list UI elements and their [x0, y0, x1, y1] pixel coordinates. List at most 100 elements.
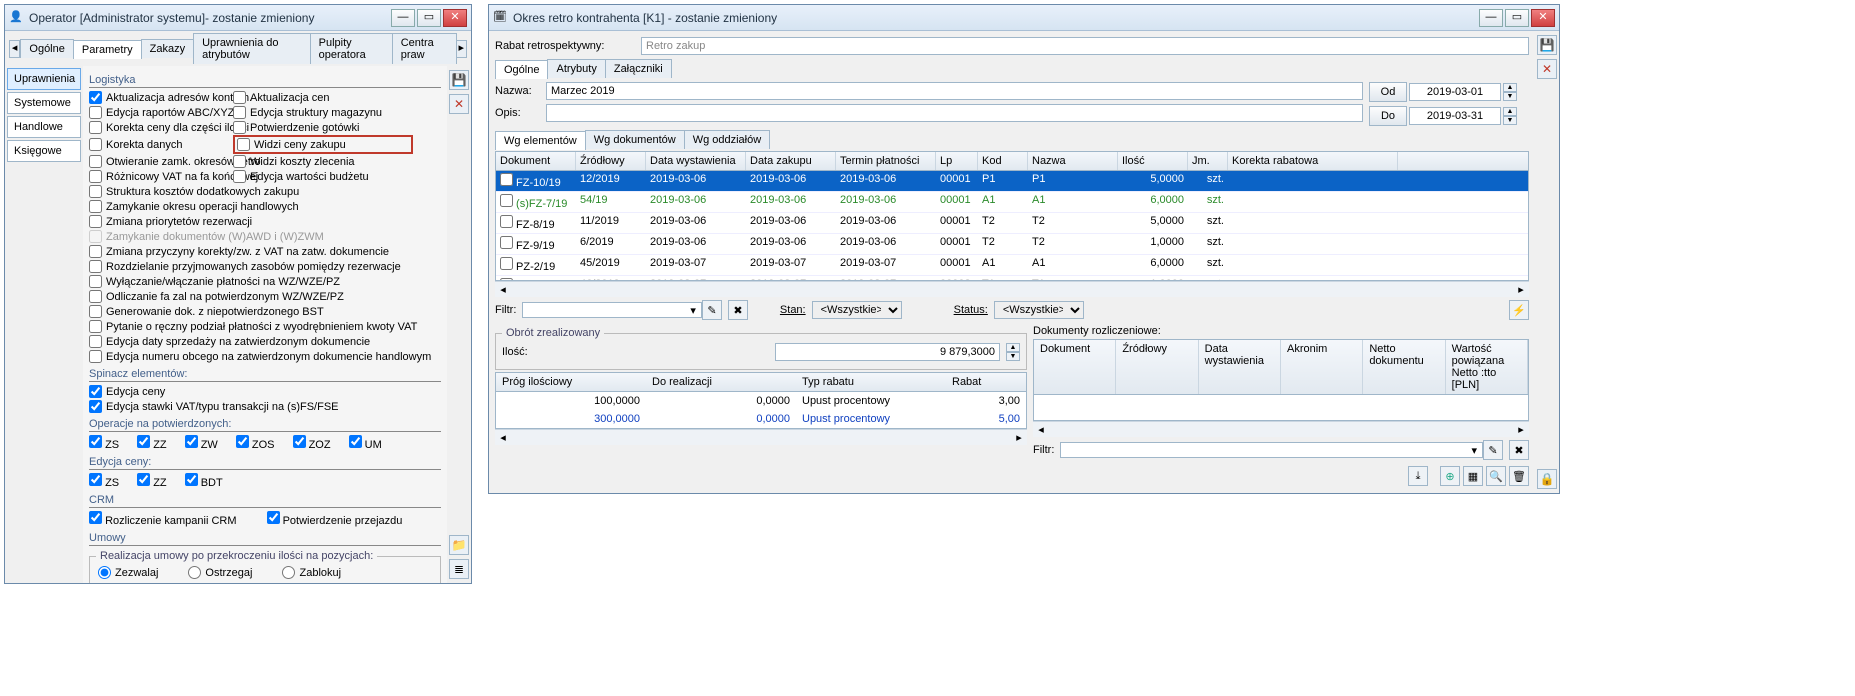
right-filter-clear-icon[interactable]: ✖ [1509, 440, 1529, 460]
checkbox-row[interactable]: Wyłączanie/włączanie płatności na WZ/WZE… [89, 274, 441, 289]
od-button[interactable]: Od [1369, 82, 1407, 102]
opis-field[interactable] [546, 104, 1363, 122]
nazwa-field[interactable] [546, 82, 1363, 100]
settlement-grid[interactable]: DokumentŹródłowyData wystawieniaAkronimN… [1033, 339, 1529, 421]
checkbox-row[interactable]: Edycja numeru obcego na zatwierdzonym do… [89, 349, 441, 364]
tool-down-icon[interactable]: ⤓ [1408, 466, 1428, 486]
checkbox-row[interactable]: Aktualizacja adresów kontrah. [89, 90, 229, 105]
right-scrollbar-h[interactable]: ◂▸ [1033, 421, 1529, 437]
right-filtr-input[interactable] [1060, 442, 1483, 458]
checkbox-row[interactable]: ZOZ [293, 435, 331, 451]
cancel-button[interactable]: ✕ [449, 94, 469, 114]
tab-atrybuty[interactable]: Atrybuty [547, 59, 605, 78]
checkbox-row[interactable]: Generowanie dok. z niepotwierdzonego BST [89, 304, 441, 319]
checkbox-row[interactable]: Potwierdzenie przejazdu [267, 511, 403, 527]
radio-Ostrzegaj[interactable]: Ostrzegaj [188, 566, 252, 579]
tool-search-icon[interactable]: 🔍 [1486, 466, 1506, 486]
checkbox-row[interactable]: ZS [89, 435, 119, 451]
tab-wg-dokumentow[interactable]: Wg dokumentów [585, 130, 685, 149]
side-systemowe[interactable]: Systemowe [7, 92, 81, 114]
checkbox-row[interactable]: Struktura kosztów dodatkowych zakupu [89, 184, 441, 199]
filter-edit-icon[interactable]: ✎ [702, 300, 722, 320]
checkbox-row[interactable]: ZOS [236, 435, 275, 451]
stan-select[interactable]: <Wszystkie> [812, 301, 902, 319]
radio-Zezwalaj[interactable]: Zezwalaj [98, 566, 158, 579]
table-row[interactable]: FZ-9/196/20192019-03-062019-03-062019-03… [496, 234, 1528, 255]
folder-button[interactable]: 📁 [449, 535, 469, 555]
tab-scroll-left[interactable]: ◂ [9, 40, 20, 58]
checkbox-row[interactable]: Edycja raportów ABC/XYZ [89, 105, 229, 120]
documents-grid[interactable]: DokumentŹródłowyData wystawieniaData zak… [495, 151, 1529, 281]
tab-ogolne2[interactable]: Ogólne [495, 60, 548, 79]
checkbox-row[interactable]: Widzi ceny zakupu [237, 137, 409, 152]
checkbox-row[interactable]: Edycja wartości budżetu [233, 169, 413, 184]
maximize-button[interactable]: ▭ [417, 9, 441, 27]
tab-centra-praw[interactable]: Centra praw [392, 33, 457, 64]
bolt-icon[interactable]: ⚡ [1509, 300, 1529, 320]
checkbox-row[interactable]: Zmiana przyczyny korekty/zw. z VAT na za… [89, 244, 441, 259]
close-button[interactable]: ✕ [443, 9, 467, 27]
od-up[interactable]: ▲ [1503, 83, 1517, 92]
checkbox-row[interactable]: Odliczanie fa zal na potwierdzonym WZ/WZ… [89, 289, 441, 304]
tool-grid-icon[interactable]: ▦ [1463, 466, 1483, 486]
table-row[interactable]: FZ-10/1912/20192019-03-062019-03-062019-… [496, 171, 1528, 192]
checkbox-row[interactable]: Edycja stawki VAT/typu transakcji na (s)… [89, 399, 441, 414]
minimize-button[interactable]: — [1479, 9, 1503, 27]
checkbox-row[interactable]: Zmiana priorytetów rezerwacji [89, 214, 441, 229]
cancel-button[interactable]: ✕ [1537, 59, 1557, 79]
checkbox-row[interactable]: Rozdzielanie przyjmowanych zasobów pomię… [89, 259, 441, 274]
table-row[interactable]: PZ-2/1945/20192019-03-072019-03-072019-0… [496, 255, 1528, 276]
checkbox-row[interactable]: Edycja ceny [89, 384, 441, 399]
tab-uprawnienia-atrybutow[interactable]: Uprawnienia do atrybutów [193, 33, 311, 64]
do-date[interactable] [1409, 107, 1501, 125]
ilosc-up[interactable]: ▲ [1006, 343, 1020, 352]
checkbox-row[interactable]: Edycja struktury magazynu [233, 105, 413, 120]
rabat-field[interactable] [641, 37, 1529, 55]
tab-scroll-right[interactable]: ▸ [456, 40, 467, 58]
status-select[interactable]: <Wszystkie> [994, 301, 1084, 319]
grid-scrollbar-h[interactable]: ◂▸ [495, 281, 1529, 297]
checkbox-row[interactable]: Pytanie o ręczny podział płatności z wyo… [89, 319, 441, 334]
do-up[interactable]: ▲ [1503, 107, 1517, 116]
checkbox-row[interactable]: BDT [185, 473, 223, 489]
maximize-button[interactable]: ▭ [1505, 9, 1529, 27]
radio-Zablokuj[interactable]: Zablokuj [282, 566, 341, 579]
checkbox-row[interactable]: Różnicowy VAT na fa końcowej [89, 169, 229, 184]
tab-wg-oddzialow[interactable]: Wg oddziałów [684, 130, 770, 149]
checkbox-row[interactable]: ZZ [137, 473, 167, 489]
tool-delete-icon[interactable]: 🗑 [1509, 466, 1529, 486]
ilosc-field[interactable] [775, 343, 1001, 361]
tab-ogolne[interactable]: Ogólne [20, 39, 73, 58]
checkbox-row[interactable]: Aktualizacja cen [233, 90, 413, 105]
checkbox-row[interactable]: UM [349, 435, 382, 451]
checkbox-row[interactable]: Potwierdzenie gotówki [233, 120, 413, 135]
list-button[interactable]: ≣ [449, 559, 469, 579]
checkbox-row[interactable]: Widzi koszty zlecenia [233, 154, 413, 169]
tab-parametry[interactable]: Parametry [73, 40, 142, 59]
checkbox-row[interactable]: Edycja daty sprzedaży na zatwierdzonym d… [89, 334, 441, 349]
thr-scrollbar-h[interactable]: ◂▸ [495, 429, 1027, 445]
checkbox-row[interactable]: Korekta danych [89, 135, 229, 154]
ilosc-down[interactable]: ▼ [1006, 352, 1020, 361]
tab-wg-elementow[interactable]: Wg elementów [495, 131, 586, 150]
lock-icon[interactable]: 🔒 [1537, 469, 1557, 489]
minimize-button[interactable]: — [391, 9, 415, 27]
do-down[interactable]: ▼ [1503, 116, 1517, 125]
close-button[interactable]: ✕ [1531, 9, 1555, 27]
tab-pulpity[interactable]: Pulpity operatora [310, 33, 393, 64]
tab-zalaczniki[interactable]: Załączniki [605, 59, 672, 78]
od-date[interactable] [1409, 83, 1501, 101]
checkbox-row[interactable]: ZZ [137, 435, 167, 451]
checkbox-row[interactable]: Zamykanie okresu operacji handlowych [89, 199, 441, 214]
filter-clear-icon[interactable]: ✖ [728, 300, 748, 320]
thresholds-grid[interactable]: Próg ilościowyDo realizacjiTyp rabatuRab… [495, 372, 1027, 429]
filtr-input[interactable] [522, 302, 702, 318]
side-handlowe[interactable]: Handlowe [7, 116, 81, 138]
checkbox-row[interactable]: ZS [89, 473, 119, 489]
save-button[interactable]: 💾 [1537, 35, 1557, 55]
table-row[interactable]: FZ-8/1911/20192019-03-062019-03-062019-0… [496, 213, 1528, 234]
checkbox-row[interactable]: Korekta ceny dla części ilości [89, 120, 229, 135]
right-filter-edit-icon[interactable]: ✎ [1483, 440, 1503, 460]
tab-zakazy[interactable]: Zakazy [141, 39, 194, 58]
side-ksiegowe[interactable]: Księgowe [7, 140, 81, 162]
